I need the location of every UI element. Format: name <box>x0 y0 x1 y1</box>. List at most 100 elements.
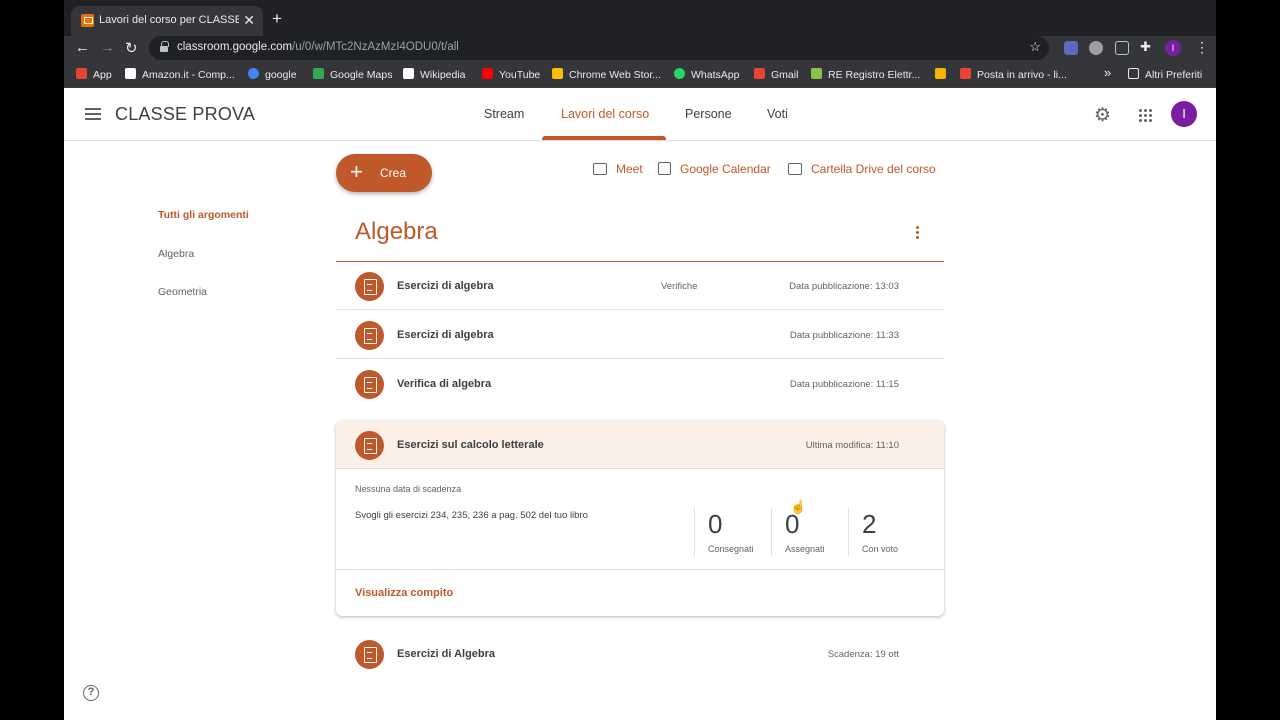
lock-icon <box>160 41 169 52</box>
topic-title: Algebra <box>355 218 438 245</box>
address-bar[interactable]: classroom.google.com/u/0/w/MTc2NzAzMzI4O… <box>149 36 1049 60</box>
sidebar-item-algebra[interactable]: Algebra <box>158 248 194 260</box>
stat-label: Assegnati <box>785 544 825 554</box>
main-menu-icon[interactable] <box>85 108 101 120</box>
bookmark-item[interactable]: Chrome Web Stor... <box>552 68 661 81</box>
view-assignment-link[interactable]: Visualizza compito <box>355 587 453 599</box>
extension-icon[interactable] <box>1064 41 1078 55</box>
gear-icon[interactable]: ⚙ <box>1094 104 1111 127</box>
plus-icon: + <box>350 159 363 184</box>
chrome-web-store-icon <box>552 68 563 79</box>
bookmark-item[interactable]: Google Maps <box>313 68 392 81</box>
active-tab-indicator <box>542 136 666 140</box>
folder-icon <box>788 163 802 175</box>
assignment-row[interactable]: Esercizi di Algebra Scadenza: 19 ott <box>336 630 944 678</box>
other-bookmarks[interactable]: Altri Preferiti <box>1128 68 1202 81</box>
browser-tab-bar: Lavori del corso per CLASSE PROVA ✕ + <box>64 0 1216 36</box>
create-button[interactable]: + Crea <box>336 154 432 192</box>
bookmark-item[interactable]: RE Registro Elettr... <box>811 68 920 81</box>
url-text: classroom.google.com/u/0/w/MTc2NzAzMzI4O… <box>177 41 459 53</box>
apps-grid-icon <box>76 68 87 79</box>
folder-icon <box>1128 68 1139 79</box>
hand-cursor-icon: ☝ <box>790 499 807 514</box>
assignment-icon <box>355 370 384 399</box>
expanded-assignment-header[interactable]: Esercizi sul calcolo letterale Ultima mo… <box>336 421 944 469</box>
assignment-title: Esercizi di Algebra <box>397 648 496 660</box>
bookmark-item[interactable]: google <box>248 68 297 81</box>
puzzle-extensions-icon[interactable]: ✚ <box>1140 39 1151 55</box>
sidebar-item-geometria[interactable]: Geometria <box>158 286 207 298</box>
stat-value: 2 <box>862 509 877 539</box>
browser-tab[interactable]: Lavori del corso per CLASSE PROVA ✕ <box>71 6 263 36</box>
tab-stream[interactable]: Stream <box>484 107 524 121</box>
youtube-icon <box>482 68 493 79</box>
new-tab-icon[interactable]: + <box>272 9 282 29</box>
sidebar-item-all-topics[interactable]: Tutti gli argomenti <box>158 209 249 221</box>
bookmark-item[interactable]: App <box>76 68 112 81</box>
help-icon[interactable]: ? <box>83 685 99 701</box>
assignment-date: Data pubblicazione: 11:33 <box>789 330 899 341</box>
stat-turned-in[interactable]: 0 Consegnati <box>694 508 771 556</box>
assignment-date: Scadenza: 19 ott <box>827 649 899 660</box>
assignment-row[interactable]: Esercizi di algebra Verifiche Data pubbl… <box>336 262 944 310</box>
chrome-menu-icon[interactable]: ⋮ <box>1195 39 1209 56</box>
back-arrow-icon[interactable]: ← <box>75 39 90 56</box>
maps-icon <box>313 68 324 79</box>
bookmark-star-icon[interactable]: ☆ <box>1029 39 1041 55</box>
video-camera-icon <box>593 163 607 175</box>
assignment-row[interactable]: Verifica di algebra Data pubblicazione: … <box>336 360 944 408</box>
due-date-text: Nessuna data di scadenza <box>355 484 462 494</box>
bookmarks-bar: App Amazon.it - Comp... google Google Ma… <box>64 62 1216 88</box>
tab-classwork[interactable]: Lavori del corso <box>561 107 649 121</box>
registro-icon <box>811 68 822 79</box>
bookmark-item[interactable]: Amazon.it - Comp... <box>125 68 235 81</box>
tab-close-icon[interactable]: ✕ <box>243 12 255 29</box>
bookmark-item[interactable]: Posta in arrivo - li... <box>960 68 1067 81</box>
bookmark-item[interactable] <box>935 68 952 81</box>
google-apps-icon[interactable] <box>1139 109 1153 123</box>
assignment-description: Svogli gli esercizi 234, 235, 236 a pag.… <box>355 510 588 521</box>
gmail-icon <box>754 68 765 79</box>
assignment-row[interactable]: Esercizi di algebra Data pubblicazione: … <box>336 311 944 359</box>
tab-people[interactable]: Persone <box>685 107 732 121</box>
bookmark-item[interactable]: YouTube <box>482 68 540 81</box>
extension-icon[interactable] <box>1115 41 1129 55</box>
card-divider <box>336 569 944 570</box>
bookmark-item[interactable]: WhatsApp <box>674 68 739 81</box>
assignment-title: Verifica di algebra <box>397 378 492 390</box>
tab-grades[interactable]: Voti <box>767 107 788 121</box>
bookmark-item[interactable]: Wikipedia <box>403 68 466 81</box>
tab-title: Lavori del corso per CLASSE PROVA <box>99 14 239 26</box>
user-avatar[interactable]: I <box>1171 101 1197 127</box>
meet-link[interactable]: Meet <box>593 162 643 176</box>
stat-assigned[interactable]: 0 Assegnati <box>771 508 848 556</box>
drive-folder-link[interactable]: Cartella Drive del corso <box>788 162 936 176</box>
gmail-icon <box>960 68 971 79</box>
bookmarks-overflow-icon[interactable]: » <box>1104 65 1111 80</box>
forward-arrow-icon[interactable]: → <box>100 39 115 56</box>
calendar-icon <box>658 162 671 175</box>
amazon-icon <box>125 68 136 79</box>
assignment-icon <box>355 431 384 460</box>
assignment-date: Data pubblicazione: 11:15 <box>789 379 899 390</box>
reload-icon[interactable]: ↻ <box>125 39 138 57</box>
extension-icon[interactable] <box>1089 41 1103 55</box>
chrome-profile-avatar[interactable]: I <box>1165 40 1181 56</box>
assignment-icon <box>355 272 384 301</box>
screen: Lavori del corso per CLASSE PROVA ✕ + ← … <box>64 0 1216 720</box>
assignment-title: Esercizi di algebra <box>397 329 494 341</box>
stat-graded[interactable]: 2 Con voto <box>848 508 925 556</box>
class-name[interactable]: CLASSE PROVA <box>115 104 255 125</box>
assignment-category: Verifiche <box>661 281 698 292</box>
assignment-date: Ultima modifica: 11:10 <box>805 440 899 451</box>
stat-value: 0 <box>708 509 723 539</box>
calendar-link[interactable]: Google Calendar <box>658 162 771 176</box>
more-vert-icon[interactable] <box>916 226 920 240</box>
bookmark-item[interactable]: Gmail <box>754 68 798 81</box>
whatsapp-icon <box>674 68 685 79</box>
stat-label: Con voto <box>862 544 899 554</box>
assignment-icon <box>355 640 384 669</box>
assignment-date: Data pubblicazione: 13:03 <box>789 281 899 292</box>
assignment-title: Esercizi sul calcolo letterale <box>397 439 544 451</box>
browser-toolbar: ← → ↻ classroom.google.com/u/0/w/MTc2NzA… <box>64 36 1216 62</box>
